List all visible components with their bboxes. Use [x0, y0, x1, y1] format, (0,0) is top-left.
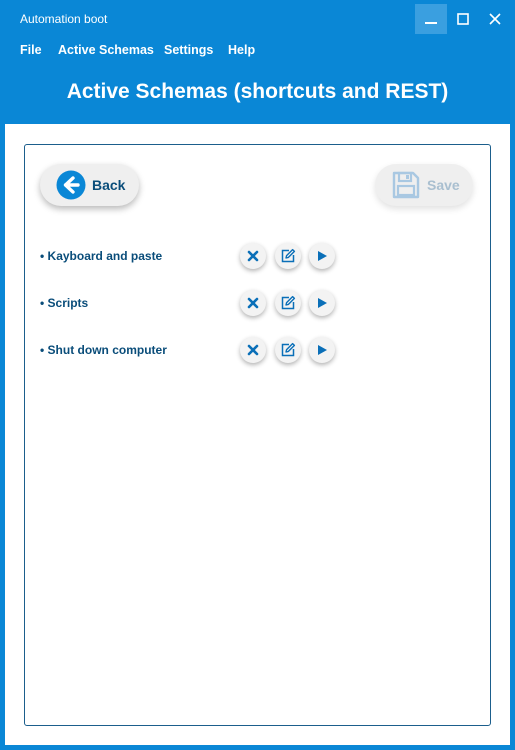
main-content: Back Save • Kayboard and paste • Scripts… — [5, 124, 510, 745]
minimize-button[interactable] — [415, 4, 447, 34]
schemas-panel: Back Save • Kayboard and paste • Scripts… — [24, 144, 491, 726]
delete-schema-button[interactable] — [240, 290, 266, 316]
back-button[interactable]: Back — [40, 164, 139, 206]
close-x-icon — [247, 250, 259, 262]
menu-file[interactable]: File — [20, 43, 42, 57]
arrow-left-circle-icon — [56, 170, 86, 200]
minimize-icon — [425, 22, 437, 24]
run-schema-button[interactable] — [309, 290, 335, 316]
edit-pencil-icon — [281, 248, 296, 263]
app-window: Automation boot File Active Schemas Sett… — [0, 0, 515, 750]
edit-schema-button[interactable] — [275, 243, 301, 269]
close-window-button[interactable] — [479, 4, 511, 34]
run-schema-button[interactable] — [309, 337, 335, 363]
edit-pencil-icon — [281, 342, 296, 357]
schema-row: • Kayboard and paste — [40, 241, 480, 273]
menu-settings[interactable]: Settings — [164, 43, 213, 57]
schema-row: • Scripts — [40, 288, 480, 320]
play-icon — [318, 345, 327, 355]
menu-help[interactable]: Help — [228, 43, 255, 57]
close-x-icon — [247, 297, 259, 309]
close-icon — [489, 13, 501, 25]
window-title: Automation boot — [20, 12, 108, 26]
edit-pencil-icon — [281, 295, 296, 310]
save-label: Save — [427, 177, 460, 193]
close-x-icon — [247, 344, 259, 356]
back-label: Back — [92, 177, 126, 193]
schema-label: • Kayboard and paste — [40, 249, 163, 263]
delete-schema-button[interactable] — [240, 337, 266, 363]
maximize-button[interactable] — [447, 4, 479, 34]
schema-label: • Shut down computer — [40, 343, 167, 357]
edit-schema-button[interactable] — [275, 337, 301, 363]
save-button[interactable]: Save — [375, 164, 473, 206]
play-icon — [318, 298, 327, 308]
delete-schema-button[interactable] — [240, 243, 266, 269]
title-bar[interactable]: Automation boot — [0, 0, 515, 38]
edit-schema-button[interactable] — [275, 290, 301, 316]
schema-label: • Scripts — [40, 296, 89, 310]
schema-row: • Shut down computer — [40, 335, 480, 367]
run-schema-button[interactable] — [309, 243, 335, 269]
menu-active-schemas[interactable]: Active Schemas — [58, 43, 154, 57]
floppy-disk-icon — [392, 171, 420, 199]
page-title: Active Schemas (shortcuts and REST) — [66, 80, 449, 103]
menu-bar: File Active Schemas Settings Help — [0, 38, 515, 64]
play-icon — [318, 251, 327, 261]
maximize-icon — [457, 13, 469, 25]
